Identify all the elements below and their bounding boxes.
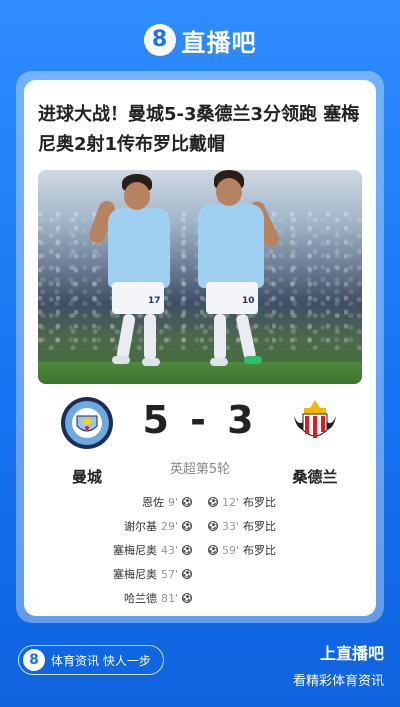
scorer-name: 布罗比: [243, 520, 277, 533]
scorer-name: 恩佐: [141, 496, 164, 509]
shirt-number: 17: [148, 296, 161, 306]
slogan-pill[interactable]: 8 体育资讯 快人一步: [18, 645, 164, 675]
app-header: 8 直播吧: [0, 18, 400, 62]
goal-minute: 43': [160, 543, 178, 557]
shirt-number: 10: [242, 296, 255, 306]
goal-event: ⚽ 59' 布罗比: [208, 538, 336, 562]
goal-event: 塞梅尼奥 57' ⚽: [64, 562, 192, 586]
goal-event: 恩佐 9' ⚽: [64, 490, 192, 514]
goal-minute: 81': [160, 591, 178, 605]
soccer-ball-icon: ⚽: [208, 497, 218, 507]
logo-badge-icon: 8: [143, 24, 176, 56]
away-team[interactable]: 桑德兰: [270, 396, 360, 487]
goal-minute: 29': [160, 519, 178, 533]
article-headline[interactable]: 进球大战！曼城5-3桑德兰3分领跑 塞梅尼奥2射1传布罗比戴帽: [38, 100, 364, 160]
scorer-name: 塞梅尼奥: [112, 568, 157, 581]
scorer-name: 布罗比: [243, 496, 277, 509]
soccer-ball-icon: ⚽: [208, 545, 218, 555]
goal-event: 塞梅尼奥 43' ⚽: [64, 538, 192, 562]
goal-minute: 33': [222, 519, 240, 533]
away-team-name: 桑德兰: [292, 468, 338, 486]
goal-event: 谢尔基 29' ⚽: [64, 514, 192, 538]
goal-minute: 12': [222, 495, 240, 509]
scorer-name: 谢尔基: [123, 520, 157, 533]
soccer-ball-icon: ⚽: [208, 521, 218, 531]
logo-badge-icon: 8: [23, 649, 45, 671]
pitch: [38, 362, 362, 384]
scorer-name: 哈兰德: [123, 592, 157, 605]
goal-minute: 9': [167, 495, 178, 509]
goal-event: 哈兰德 81' ⚽: [64, 586, 192, 610]
goal-event: ⚽ 12' 布罗比: [208, 490, 336, 514]
soccer-ball-icon: ⚽: [182, 545, 192, 555]
away-events-list: ⚽ 12' 布罗比 ⚽ 33' 布罗比 ⚽ 59' 布罗比: [208, 490, 336, 562]
goal-event: ⚽ 33' 布罗比: [208, 514, 336, 538]
soccer-ball-icon: ⚽: [182, 497, 192, 507]
soccer-ball-icon: ⚽: [182, 593, 192, 603]
soccer-ball-icon: ⚽: [182, 521, 192, 531]
sunderland-crest-icon: [294, 400, 336, 438]
match-photo[interactable]: 17 10: [38, 170, 362, 384]
goal-minute: 57': [160, 567, 178, 581]
scorer-name: 塞梅尼奥: [112, 544, 157, 557]
home-events-list: 恩佐 9' ⚽ 谢尔基 29' ⚽ 塞梅尼奥 43' ⚽ 塞梅尼奥 57' ⚽ …: [64, 490, 192, 610]
goal-minute: 59': [222, 543, 240, 557]
footer-title: 上直播吧: [319, 644, 384, 663]
footer-subtitle: 看精彩体育资讯: [292, 674, 384, 689]
brand-name: 直播吧: [181, 28, 257, 57]
footer-cta[interactable]: 上直播吧 看精彩体育资讯: [293, 640, 384, 689]
scorer-name: 布罗比: [243, 544, 277, 557]
slogan-text: 体育资讯 快人一步: [51, 653, 151, 668]
news-card[interactable]: 进球大战！曼城5-3桑德兰3分领跑 塞梅尼奥2射1传布罗比戴帽 17 10 曼城…: [24, 80, 376, 616]
soccer-ball-icon: ⚽: [182, 569, 192, 579]
